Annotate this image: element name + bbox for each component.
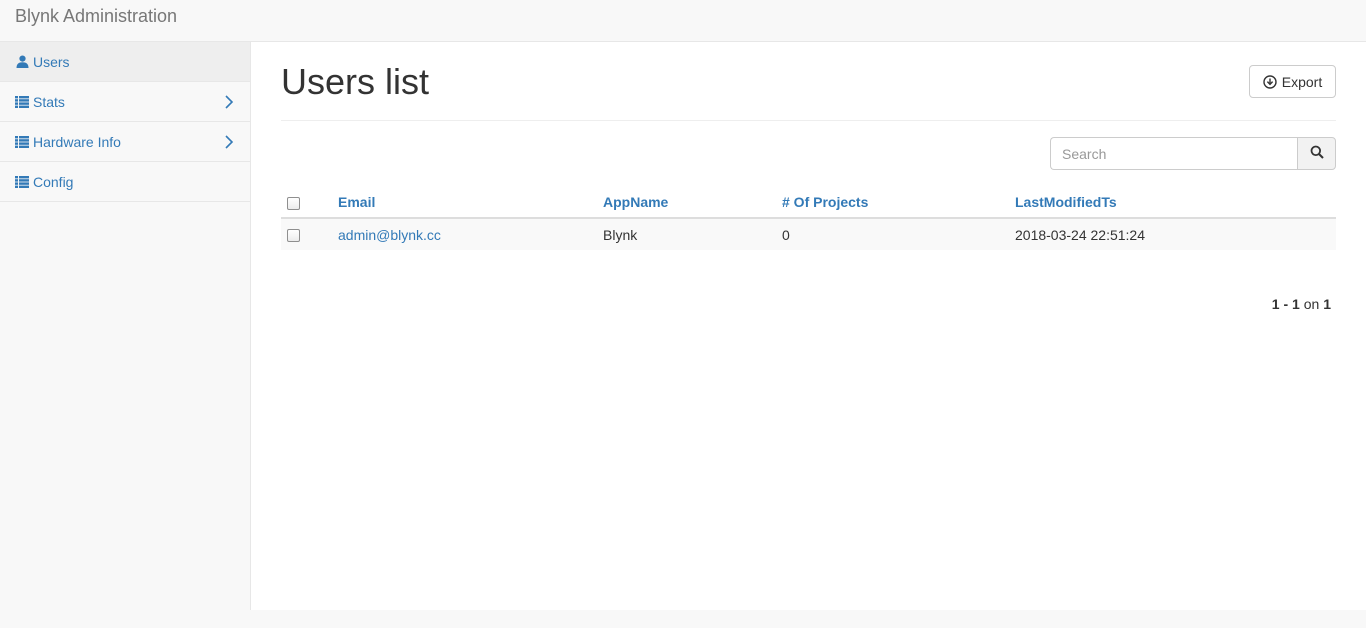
pagination-separator: - — [1283, 296, 1289, 312]
column-header-email[interactable]: Email — [334, 187, 599, 219]
appname-cell: Blynk — [603, 226, 638, 243]
column-header-projects[interactable]: # Of Projects — [778, 187, 1011, 219]
pagination-end: 1 — [1292, 296, 1300, 312]
download-circle-icon — [1263, 74, 1277, 89]
pagination-start: 1 — [1271, 296, 1280, 312]
top-navbar: Blynk Administration — [0, 0, 1366, 42]
footer-strip — [0, 610, 1366, 628]
select-all-cell — [281, 187, 334, 219]
users-table: Email AppName # Of Projects LastModified… — [281, 187, 1336, 250]
main-content: Users list Export Search Email AppName #… — [251, 42, 1366, 610]
table-row: admin@blynk.cc Blynk 0 2018-03-24 22:51:… — [281, 218, 1336, 250]
pagination-total: 1 — [1323, 296, 1331, 312]
list-icon — [15, 135, 29, 149]
pagination-info: 1 - 1 on 1 — [1151, 296, 1331, 312]
sidebar-item-stats[interactable]: Stats — [0, 82, 250, 122]
column-header-appname[interactable]: AppName — [599, 187, 778, 219]
email-cell: admin@blynk.cc — [334, 218, 599, 250]
row-select-cell — [281, 218, 334, 250]
table-header-row: Email AppName # Of Projects LastModified… — [281, 187, 1336, 219]
sidebar-item-label: Hardware Info — [33, 133, 121, 150]
pagination-on: on — [1303, 296, 1320, 312]
row-checkbox[interactable] — [287, 229, 300, 243]
select-all-checkbox[interactable] — [287, 196, 300, 210]
sidebar-item-hardware-info[interactable]: Hardware Info — [0, 122, 250, 162]
sidebar-item-config[interactable]: Config — [0, 162, 250, 202]
app-brand[interactable]: Blynk Administration — [15, 6, 177, 26]
email-link[interactable]: admin@blynk.cc — [338, 227, 441, 243]
sidebar-item-label: Users — [33, 53, 70, 70]
chevron-right-icon — [224, 94, 234, 110]
projects-cell: 0 — [782, 226, 790, 243]
sidebar-item-label: Config — [33, 173, 74, 190]
search-button[interactable] — [1297, 137, 1336, 170]
list-icon — [15, 95, 29, 109]
search-input[interactable] — [1050, 137, 1297, 170]
page-title: Users list — [281, 61, 430, 102]
search-icon — [1310, 145, 1324, 162]
export-button[interactable]: Export — [1249, 65, 1336, 98]
sidebar-item-label: Stats — [33, 93, 65, 110]
sidebar-item-users[interactable]: Users — [0, 42, 250, 82]
column-header-last-modified[interactable]: LastModifiedTs — [1011, 187, 1336, 219]
user-icon — [15, 55, 29, 69]
chevron-right-icon — [224, 134, 234, 150]
sidebar: Users Stats Hardware Info Config — [0, 42, 251, 610]
list-icon — [15, 175, 29, 189]
title-divider — [281, 120, 1336, 121]
last-modified-cell: 2018-03-24 22:51:24 — [1015, 226, 1145, 243]
export-label: Export — [1281, 73, 1323, 90]
